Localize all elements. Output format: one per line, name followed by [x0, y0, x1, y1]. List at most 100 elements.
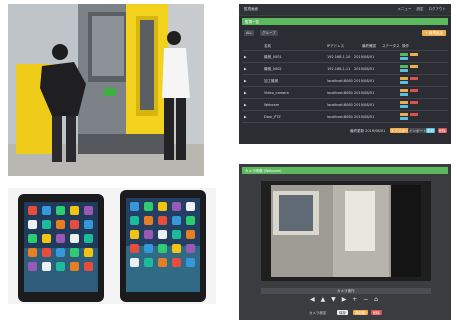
- restart-button[interactable]: 再起動: [353, 310, 368, 315]
- section-header: 監視一覧: [242, 18, 448, 25]
- app-icon: [186, 230, 195, 239]
- column-header: 名前: [264, 44, 271, 48]
- home-icon[interactable]: ⌂: [374, 296, 380, 303]
- app-icon: [172, 216, 181, 225]
- row-name: 機械_0002: [264, 66, 282, 71]
- edit-badge[interactable]: [400, 113, 408, 116]
- view-badge[interactable]: [400, 93, 408, 96]
- app-icon: [130, 244, 139, 253]
- row-name: Webcam: [264, 102, 280, 107]
- delete-camera-button[interactable]: 削除: [371, 310, 382, 315]
- app-icon: [172, 258, 181, 267]
- app-icon: [158, 244, 167, 253]
- row-date: 2019/08/01: [354, 102, 375, 107]
- camera-feed-image: [261, 181, 431, 281]
- arrow-left-icon[interactable]: ◀: [310, 296, 317, 303]
- delete-badge[interactable]: [410, 77, 418, 80]
- nav-item-settings[interactable]: 設定: [417, 7, 424, 11]
- play-icon[interactable]: ▶: [244, 55, 247, 59]
- play-icon[interactable]: ▶: [244, 115, 247, 119]
- nav-item-menu[interactable]: メニュー: [398, 7, 412, 11]
- app-icon: [158, 202, 167, 211]
- app-icon: [172, 202, 181, 211]
- table-row[interactable]: ▶ 加工機械 localhost:8080 2019/08/01: [242, 75, 448, 87]
- delete-badge[interactable]: [410, 113, 418, 116]
- app-icon: [42, 248, 51, 257]
- delete-button[interactable]: 削除: [438, 128, 447, 133]
- app-icon: [70, 262, 79, 271]
- add-button[interactable]: + 新規追加: [421, 30, 446, 36]
- zoom-out-icon[interactable]: −: [363, 296, 370, 303]
- app-icon: [84, 248, 93, 257]
- save-button[interactable]: 保存: [337, 310, 348, 315]
- app-icon: [42, 206, 51, 215]
- delete-badge[interactable]: [410, 101, 418, 104]
- play-icon[interactable]: ▶: [244, 91, 247, 95]
- filter-select[interactable]: ALL: [244, 30, 255, 36]
- edit-badge[interactable]: [410, 53, 418, 56]
- edit-badge[interactable]: [410, 65, 418, 68]
- nav-item-logout[interactable]: ログアウト: [429, 7, 447, 11]
- tablets-photo: [8, 188, 216, 304]
- camera-screenshot: カメラ映像 (Webcam) カメラ操作 ◀ ▲ ▼ ▶ + − ⌂ カメラ設定…: [239, 164, 451, 320]
- app-icon: [144, 202, 153, 211]
- edit-badge[interactable]: [400, 89, 408, 92]
- app-icon: [84, 220, 93, 229]
- dashboard-screenshot: 監視画面 メニュー 設定 ログアウト 監視一覧 ALL グループ + 新規追加 …: [239, 4, 451, 144]
- footer-info: 最終更新 2019/08/01: [350, 129, 386, 133]
- row-ip: 192.168.1.11: [327, 66, 351, 71]
- dashboard-nav: メニュー 設定 ログアウト: [398, 7, 447, 11]
- table-row[interactable]: ▶ Door_PTZ localhost:8080 2019/08/01: [242, 111, 448, 123]
- app-icon: [144, 258, 153, 267]
- app-icon: [172, 230, 181, 239]
- edit-badge[interactable]: [400, 77, 408, 80]
- view-badge[interactable]: [400, 105, 408, 108]
- row-ip: localhost:8080: [327, 78, 353, 83]
- play-icon[interactable]: ▶: [244, 67, 247, 71]
- camera-control-bar: カメラ操作: [261, 288, 431, 294]
- play-icon[interactable]: ▶: [244, 103, 247, 107]
- app-icon: [42, 220, 51, 229]
- table-row[interactable]: ▶ 機械_0001 192.168.1.10 2019/08/01: [242, 51, 448, 63]
- table-row[interactable]: ▶ Webcam localhost:8080 2019/08/01: [242, 99, 448, 111]
- arrow-down-icon[interactable]: ▼: [331, 296, 338, 303]
- arrow-up-icon[interactable]: ▲: [321, 296, 328, 303]
- app-icon: [56, 206, 65, 215]
- row-name: Door_PTZ: [264, 114, 281, 119]
- app-icon: [84, 262, 93, 271]
- camera-arrow-controls: ◀ ▲ ▼ ▶ + − ⌂: [239, 296, 451, 303]
- play-icon[interactable]: ▶: [244, 79, 247, 83]
- view-badge[interactable]: [400, 117, 408, 120]
- view-badge[interactable]: [400, 57, 408, 60]
- factory-photo-image: [8, 4, 204, 176]
- camera-bottom-bar: カメラ設定 保存 再起動 削除: [239, 308, 451, 318]
- table-row[interactable]: ▶ 機械_0002 192.168.1.11 2019/08/01: [242, 63, 448, 75]
- row-date: 2019/08/01: [354, 66, 375, 71]
- zoom-in-icon[interactable]: +: [352, 296, 359, 303]
- app-icon: [84, 206, 93, 215]
- import-button[interactable]: インポート: [408, 128, 428, 133]
- refresh-button[interactable]: 更新: [426, 128, 435, 133]
- delete-badge[interactable]: [410, 89, 418, 92]
- app-icon: [144, 230, 153, 239]
- camera-settings-label: カメラ設定: [309, 311, 327, 315]
- app-icon: [158, 230, 167, 239]
- app-icon: [70, 220, 79, 229]
- edit-badge[interactable]: [400, 101, 408, 104]
- app-icon: [56, 234, 65, 243]
- status-badge: [400, 53, 408, 56]
- row-ip: localhost:8080: [327, 90, 353, 95]
- camera-view: [261, 181, 431, 281]
- app-icon: [158, 216, 167, 225]
- app-icon: [130, 216, 139, 225]
- view-badge[interactable]: [400, 69, 408, 72]
- app-icon: [186, 244, 195, 253]
- table-row[interactable]: ▶ Video_camera localhost:8080 2019/08/01: [242, 87, 448, 99]
- group-select[interactable]: グループ: [260, 30, 278, 36]
- arrow-right-icon[interactable]: ▶: [342, 296, 349, 303]
- row-ip: localhost:8080: [327, 102, 353, 107]
- view-badge[interactable]: [400, 81, 408, 84]
- table-header: 名前 IPアドレス 最終確認 ステータス 操作: [242, 42, 448, 51]
- app-icon: [56, 248, 65, 257]
- app-icon: [70, 234, 79, 243]
